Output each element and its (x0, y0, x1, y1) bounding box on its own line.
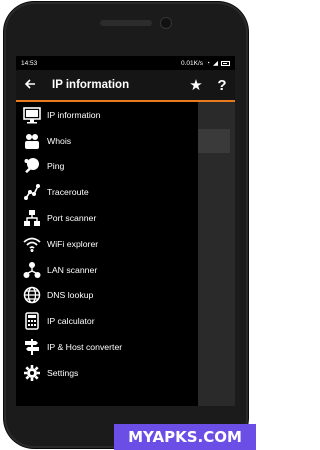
drawer-item-label: DNS lookup (47, 290, 94, 301)
drawer-item-lan-scanner[interactable]: LAN scanner (16, 257, 198, 283)
drawer-item-label: Traceroute (47, 187, 89, 198)
network-icon (22, 208, 42, 228)
users-icon (22, 131, 42, 151)
signpost-icon (22, 337, 42, 357)
drawer-item-settings[interactable]: Settings (16, 360, 198, 386)
monitor-icon (22, 105, 42, 125)
star-icon[interactable]: ★ (183, 76, 209, 94)
drawer-item-whois[interactable]: Whois (16, 128, 198, 154)
drawer-item-label: IP calculator (47, 316, 95, 327)
drawer-item-ip-information[interactable]: IP information (16, 102, 198, 128)
phone-speaker (100, 20, 152, 26)
page-title: IP information (52, 79, 130, 91)
phone-camera (160, 17, 172, 29)
drawer-item-label: IP information (47, 109, 101, 120)
phone-frame: 14:53 0.01K/s ◔ ◢ IP information ★ ? ·· (4, 2, 248, 448)
app-bar: IP information ★ ? (16, 70, 235, 102)
drawer-item-label: WiFi explorer (47, 238, 99, 249)
network-speed: 0.01K/s (181, 59, 204, 67)
route-icon (22, 182, 42, 202)
help-button[interactable]: ? (209, 77, 235, 94)
drawer-item-wifi-explorer[interactable]: WiFi explorer (16, 231, 198, 257)
status-icons: 0.01K/s ◔ ◢ (181, 59, 230, 67)
gear-icon (22, 363, 42, 383)
ping-pong-icon (22, 156, 42, 176)
drawer-item-dns-lookup[interactable]: DNS lookup (16, 283, 198, 309)
drawer-item-ip-calculator[interactable]: IP calculator (16, 308, 198, 334)
signal-icon: ◢ (213, 60, 218, 67)
drawer-item-label: IP & Host converter (47, 342, 123, 353)
drawer-item-label: Port scanner (47, 213, 97, 224)
drawer-item-label: Whois (47, 135, 72, 146)
drawer-item-label: LAN scanner (47, 264, 98, 275)
drawer-item-label: Ping (47, 161, 65, 172)
app-screen: 14:53 0.01K/s ◔ ◢ IP information ★ ? ·· (16, 56, 235, 406)
drawer-item-ip-host-converter[interactable]: IP & Host converter (16, 334, 198, 360)
lan-icon (22, 260, 42, 280)
drawer-item-port-scanner[interactable]: Port scanner (16, 205, 198, 231)
globe-icon (22, 285, 42, 305)
navigation-drawer: IP information Whois Ping Traceroute Por… (16, 102, 198, 406)
arrow-back-icon[interactable] (16, 77, 44, 93)
drawer-item-traceroute[interactable]: Traceroute (16, 179, 198, 205)
watermark-banner: MYAPKS.COM (114, 424, 256, 450)
wifi-status-icon: ◔ (206, 59, 210, 67)
wifi-icon (22, 234, 42, 254)
drawer-item-label: Settings (47, 367, 79, 378)
calculator-icon (22, 311, 42, 331)
drawer-item-ping[interactable]: Ping (16, 154, 198, 180)
status-time: 14:53 (21, 59, 38, 67)
battery-icon (221, 60, 230, 66)
status-bar: 14:53 0.01K/s ◔ ◢ (16, 56, 235, 70)
